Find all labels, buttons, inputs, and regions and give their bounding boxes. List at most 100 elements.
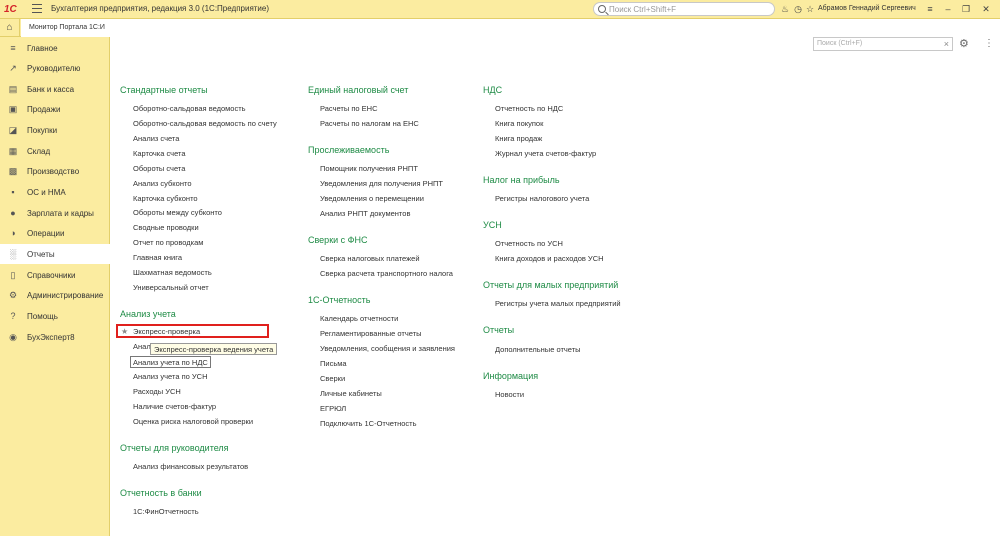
- report-link[interactable]: Универсальный отчет: [133, 283, 209, 292]
- chart-line-icon: ↗: [9, 63, 17, 73]
- user-name[interactable]: Абрамов Геннадий Сергеевич: [818, 5, 916, 12]
- report-link[interactable]: Карточка субконто: [133, 194, 198, 203]
- report-link[interactable]: Расчеты по ЕНС: [320, 104, 377, 113]
- report-link[interactable]: Отчет по проводкам: [133, 238, 203, 247]
- section-ens: Единый налоговый счет: [308, 85, 409, 95]
- report-link[interactable]: Книга покупок: [495, 119, 543, 128]
- sidebar-item-warehouse[interactable]: ▦ Склад: [0, 141, 110, 161]
- sidebar-item-purchases[interactable]: ◪ Покупки: [0, 120, 110, 140]
- report-link[interactable]: Анализ РНПТ документов: [320, 209, 410, 218]
- report-link[interactable]: Уведомления о перемещении: [320, 194, 424, 203]
- 1c-logo: 1С: [4, 4, 17, 15]
- tab-portal-monitor[interactable]: Монитор Портала 1С:И: [21, 19, 110, 37]
- report-link[interactable]: Оборотно-сальдовая ведомость по счету: [133, 119, 277, 128]
- section-managers: Отчеты для руководителя: [120, 443, 229, 453]
- sidebar-item-operations[interactable]: ◑ Операции: [0, 223, 110, 243]
- close-icon[interactable]: ✕: [980, 3, 992, 15]
- report-link[interactable]: Календарь отчетности: [320, 314, 398, 323]
- home-icon[interactable]: ⌂: [0, 19, 20, 37]
- restore-icon[interactable]: ❐: [960, 3, 972, 15]
- report-link[interactable]: Регламентированные отчеты: [320, 329, 422, 338]
- report-link[interactable]: Книга доходов и расходов УСН: [495, 254, 604, 263]
- truck-icon: ▪: [11, 187, 15, 197]
- clear-search-icon[interactable]: ×: [944, 39, 949, 49]
- report-link[interactable]: ЕГРЮЛ: [320, 404, 346, 413]
- report-link[interactable]: Шахматная ведомость: [133, 268, 212, 277]
- report-link[interactable]: Уведомления, сообщения и заявления: [320, 344, 455, 353]
- report-link[interactable]: Оборотно-сальдовая ведомость: [133, 104, 246, 113]
- report-link[interactable]: Анализ финансовых результатов: [133, 462, 248, 471]
- sidebar-item-salary[interactable]: ● Зарплата и кадры: [0, 203, 110, 223]
- sidebar-item-manager[interactable]: ↗ Руководителю: [0, 58, 110, 78]
- report-link[interactable]: Анализ счета: [133, 134, 179, 143]
- report-link[interactable]: Наличие счетов-фактур: [133, 402, 216, 411]
- sidebar-item-admin[interactable]: ⚙ Администрирование: [0, 285, 110, 305]
- panel-search-input[interactable]: Поиск (Ctrl+F) ×: [813, 37, 953, 51]
- report-link[interactable]: Сводные проводки: [133, 223, 199, 232]
- report-link[interactable]: Анализ субконто: [133, 179, 191, 188]
- report-link[interactable]: Главная книга: [133, 253, 182, 262]
- tab-row: ⌂ Монитор Портала 1С:И: [0, 19, 110, 37]
- report-link[interactable]: Карточка счета: [133, 149, 186, 158]
- report-link[interactable]: Отчетность по УСН: [495, 239, 563, 248]
- book-icon: ▯: [10, 270, 16, 280]
- report-link[interactable]: Журнал учета счетов-фактур: [495, 149, 596, 158]
- factory-icon: ▩: [8, 166, 18, 176]
- history-icon[interactable]: ◷: [792, 3, 804, 15]
- report-link[interactable]: Расчеты по налогам на ЕНС: [320, 119, 419, 128]
- section-reports: Отчеты: [483, 325, 515, 335]
- minimize-icon[interactable]: –: [942, 3, 954, 15]
- report-link[interactable]: Расходы УСН: [133, 387, 181, 396]
- report-link[interactable]: Дополнительные отчеты: [495, 345, 581, 354]
- sidebar-item-assets[interactable]: ▪ ОС и НМА: [0, 182, 110, 202]
- report-link[interactable]: Помощник получения РНПТ: [320, 164, 418, 173]
- sidebar-item-catalogs[interactable]: ▯ Справочники: [0, 265, 110, 285]
- report-link[interactable]: Обороты счета: [133, 164, 185, 173]
- section-fns: Сверки с ФНС: [308, 235, 368, 245]
- report-link[interactable]: Анализ учета по УСН: [133, 372, 208, 381]
- report-link[interactable]: Обороты между субконто: [133, 208, 222, 217]
- report-link-focused[interactable]: Анализ учета по НДС: [130, 356, 211, 368]
- title-bar: 1С Бухгалтерия предприятия, редакция 3.0…: [0, 0, 1000, 19]
- favorite-star-icon[interactable]: ★: [121, 327, 128, 336]
- global-search-placeholder: Поиск Ctrl+Shift+F: [609, 5, 677, 14]
- sidebar-item-main[interactable]: ≡ Главное: [0, 38, 110, 58]
- sidebar-item-production[interactable]: ▩ Производство: [0, 161, 110, 181]
- report-link[interactable]: 1С:ФинОтчетность: [133, 507, 199, 516]
- report-link[interactable]: Письма: [320, 359, 347, 368]
- report-link[interactable]: Оценка риска налоговой проверки: [133, 417, 253, 426]
- report-link[interactable]: Личные кабинеты: [320, 389, 382, 398]
- report-link[interactable]: Регистры налогового учета: [495, 194, 589, 203]
- report-link[interactable]: Анал: [133, 342, 151, 351]
- bell-icon[interactable]: ♨: [779, 3, 791, 15]
- report-link[interactable]: Сверка расчета транспортного налога: [320, 269, 453, 278]
- report-link[interactable]: Регистры учета малых предприятий: [495, 299, 621, 308]
- report-link[interactable]: Уведомления для получения РНПТ: [320, 179, 443, 188]
- global-search-input[interactable]: Поиск Ctrl+Shift+F: [593, 2, 775, 16]
- report-link[interactable]: Книга продаж: [495, 134, 542, 143]
- more-icon[interactable]: ⋮: [984, 37, 994, 51]
- sidebar-item-buhexpert[interactable]: ◉ БухЭксперт8: [0, 327, 110, 347]
- sidebar-item-sales[interactable]: ▣ Продажи: [0, 99, 110, 119]
- sidebar-item-bank[interactable]: ▤ Банк и касса: [0, 79, 110, 99]
- main-menu-icon[interactable]: [32, 4, 42, 14]
- report-link[interactable]: Отчетность по НДС: [495, 104, 563, 113]
- bar-chart-icon: ░: [9, 249, 17, 259]
- report-link[interactable]: Сверка налоговых платежей: [320, 254, 420, 263]
- settings-icon[interactable]: ⚙: [959, 38, 971, 50]
- sidebar-item-reports[interactable]: ░ Отчеты: [0, 244, 110, 264]
- gear-icon: ⚙: [8, 290, 18, 300]
- report-link[interactable]: Сверки: [320, 374, 345, 383]
- reports-panel: Поиск (Ctrl+F) × ⚙ ⋮: [111, 19, 1000, 536]
- report-link[interactable]: Новости: [495, 390, 524, 399]
- bank-icon: ▤: [8, 84, 18, 94]
- star-icon[interactable]: ☆: [804, 3, 816, 15]
- sidebar-item-help[interactable]: ? Помощь: [0, 306, 110, 326]
- express-check-link[interactable]: Экспресс-проверка: [133, 327, 200, 336]
- search-icon: [598, 5, 606, 13]
- section-standard-reports: Стандартные отчеты: [120, 85, 208, 95]
- section-banks: Отчетность в банки: [120, 488, 202, 498]
- person-icon: ●: [10, 208, 16, 218]
- window-menu-icon[interactable]: ≡: [924, 3, 936, 15]
- report-link[interactable]: Подключить 1С-Отчетность: [320, 419, 417, 428]
